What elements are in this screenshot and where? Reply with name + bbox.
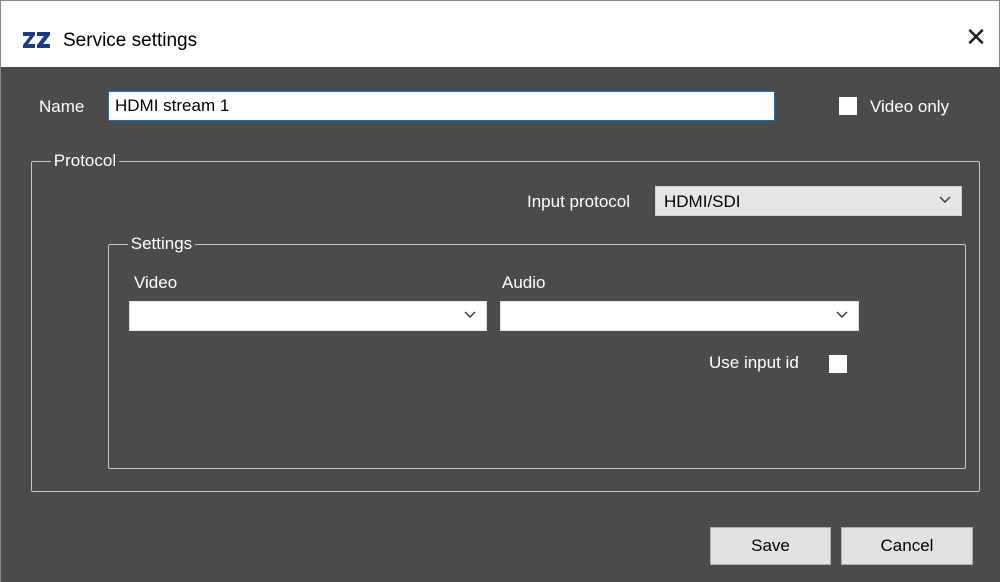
window-title: Service settings: [63, 30, 198, 51]
title-bar: Service settings ✕: [1, 1, 999, 67]
dialog-body: Name Video only Protocol Input protocol …: [1, 67, 1000, 582]
chevron-down-icon: [464, 311, 476, 318]
chevron-down-icon: [836, 311, 848, 318]
chevron-down-icon: [939, 196, 951, 203]
name-label: Name: [39, 97, 85, 116]
service-settings-window: Service settings ✕ Name Video only Proto…: [0, 0, 1000, 582]
video-select[interactable]: [129, 301, 487, 331]
video-only-checkbox[interactable]: [839, 97, 857, 115]
zz-logo-icon: [23, 32, 50, 48]
protocol-legend: Protocol: [53, 151, 117, 170]
video-label: Video: [134, 273, 178, 292]
input-protocol-select[interactable]: HDMI/SDI: [655, 186, 962, 216]
use-input-id-label: Use input id: [709, 353, 799, 372]
name-input[interactable]: [108, 91, 775, 121]
input-protocol-label: Input protocol: [527, 192, 631, 211]
video-only-label: Video only: [870, 97, 950, 116]
audio-select[interactable]: [500, 301, 859, 331]
settings-legend: Settings: [130, 234, 193, 253]
cancel-button[interactable]: Cancel: [841, 527, 973, 565]
settings-group: Settings: [108, 234, 966, 469]
use-input-id-checkbox[interactable]: [829, 355, 847, 373]
audio-label: Audio: [502, 273, 546, 292]
input-protocol-value: HDMI/SDI: [664, 192, 741, 211]
close-button[interactable]: ✕: [953, 13, 999, 63]
save-button[interactable]: Save: [710, 527, 831, 565]
